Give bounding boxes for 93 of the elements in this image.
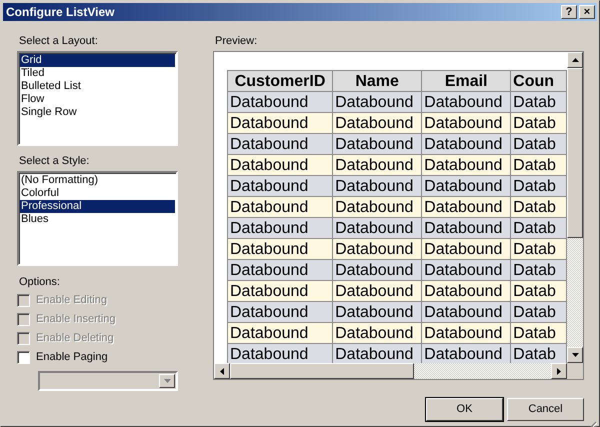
- table-cell: Databound: [228, 218, 333, 238]
- close-button[interactable]: ×: [579, 5, 595, 19]
- table-cell: Datab: [510, 92, 566, 112]
- window-title: Configure ListView: [6, 4, 116, 21]
- table-cell: Databound: [332, 302, 422, 322]
- table-cell: Databound: [332, 154, 422, 176]
- table-cell: Databound: [422, 280, 511, 302]
- table-cell: Databound: [422, 238, 511, 260]
- scroll-left-button[interactable]: [214, 363, 230, 379]
- table-cell: Databound: [228, 302, 333, 322]
- list-item[interactable]: (No Formatting): [20, 174, 175, 187]
- table-cell: Databound: [422, 134, 511, 154]
- options-label: Options:: [19, 276, 61, 289]
- list-item[interactable]: Colorful: [20, 187, 175, 200]
- table-cell: Databound: [228, 112, 333, 134]
- table-cell: Databound: [422, 112, 511, 134]
- table-cell: Databound: [422, 302, 511, 322]
- up-arrow-icon: [570, 57, 580, 63]
- scroll-thumb[interactable]: [567, 68, 583, 238]
- table-cell: Datab: [510, 154, 566, 176]
- ok-button[interactable]: OK: [426, 398, 503, 421]
- right-arrow-icon: [556, 366, 562, 376]
- help-button[interactable]: ?: [561, 5, 577, 19]
- table-cell: Databound: [422, 154, 511, 176]
- vertical-scrollbar[interactable]: [567, 52, 583, 363]
- list-item[interactable]: Bulleted List: [20, 80, 175, 93]
- scroll-up-button[interactable]: [567, 52, 583, 68]
- table-cell: Datab: [510, 302, 566, 322]
- table-cell: Databound: [228, 176, 333, 196]
- checkbox[interactable]: [17, 351, 30, 364]
- table-cell: Datab: [510, 344, 566, 363]
- preview-label: Preview:: [215, 35, 258, 48]
- dropdown-arrow-icon: [164, 379, 170, 383]
- scroll-thumb[interactable]: [230, 363, 414, 379]
- checkbox-label: Enable Deleting: [36, 331, 114, 346]
- table-cell: Datab: [510, 322, 566, 344]
- table-cell: Databound: [228, 238, 333, 260]
- table-cell: Databound: [228, 196, 333, 218]
- table-cell: Databound: [332, 134, 422, 154]
- table-cell: Datab: [510, 134, 566, 154]
- list-item[interactable]: Single Row: [20, 106, 175, 119]
- table-cell: Datab: [510, 112, 566, 134]
- table-cell: Databound: [332, 344, 422, 363]
- table-cell: Datab: [510, 196, 566, 218]
- table-cell: Databound: [228, 260, 333, 280]
- down-arrow-icon: [570, 352, 580, 358]
- table-cell: Databound: [332, 112, 422, 134]
- table-cell: Databound: [422, 218, 511, 238]
- cancel-button[interactable]: Cancel: [507, 398, 584, 421]
- table-cell: Databound: [332, 280, 422, 302]
- table-cell: Databound: [422, 92, 511, 112]
- table-cell: Databound: [422, 260, 511, 280]
- table-cell: Databound: [422, 196, 511, 218]
- table-cell: Databound: [228, 154, 333, 176]
- list-label: Select a Style:: [19, 155, 90, 168]
- checkbox-label: Enable Paging: [36, 350, 108, 366]
- table-cell: Databound: [332, 218, 422, 238]
- table-cell: Databound: [422, 322, 511, 344]
- list-item[interactable]: Blues: [20, 213, 175, 226]
- table-cell: Databound: [332, 196, 422, 218]
- table-cell: Databound: [228, 280, 333, 302]
- left-arrow-icon: [219, 366, 225, 376]
- table-cell: Datab: [510, 260, 566, 280]
- column-header: Email: [422, 70, 511, 92]
- checkbox-label: Enable Inserting: [36, 312, 116, 328]
- horizontal-scrollbar[interactable]: [214, 363, 567, 379]
- table-cell: Databound: [332, 176, 422, 196]
- table-cell: Databound: [228, 322, 333, 344]
- table-cell: Datab: [510, 238, 566, 260]
- scroll-down-button[interactable]: [567, 347, 583, 363]
- table-cell: Datab: [510, 218, 566, 238]
- table-cell: Databound: [332, 92, 422, 112]
- checkbox-label: Enable Editing: [36, 293, 107, 308]
- table-cell: Databound: [228, 134, 333, 154]
- table-cell: Datab: [510, 176, 566, 196]
- list-item[interactable]: Grid: [20, 54, 175, 67]
- list-item[interactable]: Tiled: [20, 67, 175, 80]
- table-cell: Databound: [422, 176, 511, 196]
- scrollbar-corner: [567, 363, 583, 379]
- table-cell: Databound: [422, 344, 511, 363]
- table-cell: Databound: [332, 260, 422, 280]
- list-item[interactable]: Professional: [20, 200, 175, 213]
- table-cell: Databound: [332, 322, 422, 344]
- scroll-right-button[interactable]: [551, 363, 567, 379]
- list-label: Select a Layout:: [19, 35, 99, 48]
- column-header: Coun: [510, 70, 566, 92]
- column-header: CustomerID: [228, 70, 333, 92]
- table-cell: Databound: [228, 92, 333, 112]
- list-item[interactable]: Flow: [20, 93, 175, 106]
- column-header: Name: [332, 70, 422, 92]
- table-cell: Datab: [510, 280, 566, 302]
- table-cell: Databound: [228, 344, 333, 363]
- table-cell: Databound: [332, 238, 422, 260]
